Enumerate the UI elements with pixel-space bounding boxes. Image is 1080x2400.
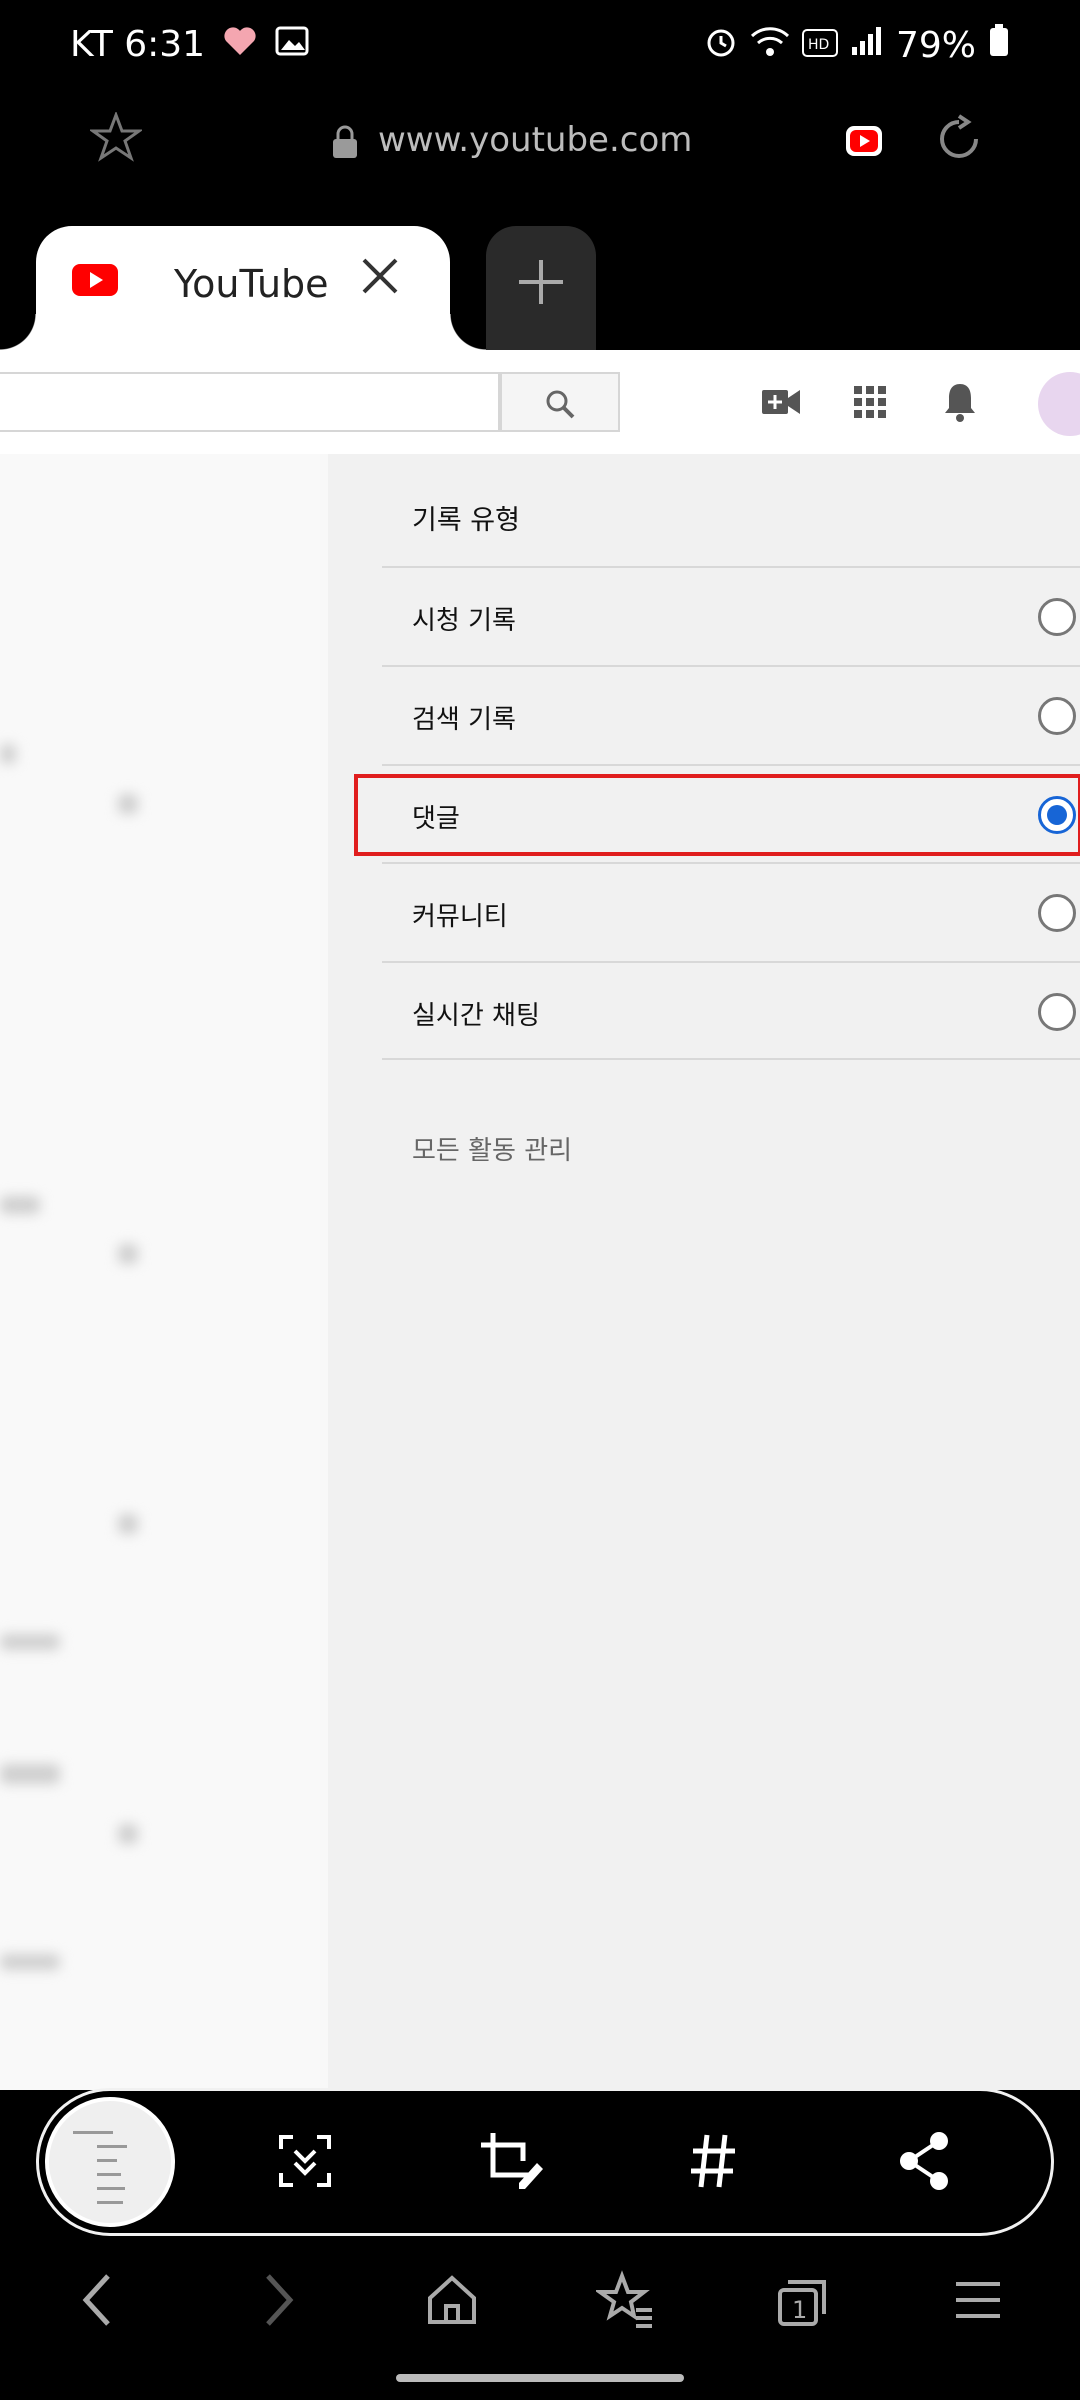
create-video-icon[interactable] — [762, 380, 800, 428]
history-type-panel: 기록 유형 시청 기록 검색 기록 댓글 커뮤니티 실시간 채팅 모든 활동 관… — [328, 454, 1080, 2090]
bookmarks-icon[interactable] — [593, 2270, 656, 2334]
menu-icon[interactable] — [950, 2270, 1006, 2334]
divider — [382, 1058, 1080, 1060]
status-bar: KT 6:31 HD 79% — [0, 0, 1080, 96]
notifications-bell-icon[interactable] — [942, 380, 978, 428]
screenshot-toolbar — [36, 2088, 1054, 2236]
search-icon — [546, 390, 575, 419]
home-icon[interactable] — [422, 2270, 482, 2334]
image-icon — [275, 24, 309, 65]
close-tab-icon[interactable] — [358, 254, 402, 302]
option-label: 실시간 채팅 — [412, 1001, 540, 1031]
radio-button[interactable] — [1038, 894, 1076, 932]
youtube-page: 기록 유형 시청 기록 검색 기록 댓글 커뮤니티 실시간 채팅 모든 활동 관… — [0, 350, 1080, 2090]
url-bar — [0, 96, 1080, 226]
scroll-capture-icon[interactable] — [275, 2131, 335, 2195]
option-label: 검색 기록 — [412, 705, 516, 735]
option-live-chat[interactable]: 실시간 채팅 — [382, 961, 1080, 1059]
tab-youtube[interactable]: YouTube — [0, 226, 486, 350]
search-button[interactable] — [500, 372, 620, 432]
tab-title: YouTube — [174, 262, 329, 306]
youtube-header — [0, 350, 1080, 454]
plus-icon — [519, 260, 563, 304]
lock-icon — [330, 124, 360, 164]
option-search-history[interactable]: 검색 기록 — [382, 665, 1080, 763]
highlight-annotation-box — [354, 774, 1080, 856]
back-icon[interactable] — [74, 2270, 124, 2334]
hd-icon: HD — [801, 25, 838, 66]
status-right: HD 79% — [704, 24, 1010, 67]
home-indicator — [396, 2374, 684, 2382]
blurred-content — [0, 454, 320, 2090]
share-icon[interactable] — [897, 2131, 951, 2195]
option-label: 커뮤니티 — [412, 902, 508, 932]
panel-title: 기록 유형 — [412, 505, 520, 536]
svg-text:HD: HD — [808, 37, 829, 53]
status-left: KT 6:31 — [70, 24, 309, 65]
reload-icon[interactable] — [932, 112, 986, 170]
manage-all-activity-link[interactable]: 모든 활동 관리 — [412, 1130, 572, 1167]
option-community[interactable]: 커뮤니티 — [382, 862, 1080, 960]
heart-icon — [223, 24, 257, 65]
youtube-tab-icon — [72, 262, 118, 302]
radio-button[interactable] — [1038, 697, 1076, 735]
option-watch-history[interactable]: 시청 기록 — [382, 566, 1080, 664]
avatar[interactable] — [1038, 372, 1080, 436]
youtube-app-icon[interactable] — [846, 126, 882, 160]
option-label: 시청 기록 — [412, 606, 516, 636]
forward-icon[interactable] — [252, 2270, 302, 2334]
battery-level: 79% — [895, 25, 976, 66]
bookmark-star-icon[interactable] — [88, 110, 144, 166]
search-input[interactable] — [0, 372, 500, 432]
radio-button[interactable] — [1038, 993, 1076, 1031]
url-text[interactable]: www.youtube.com — [378, 120, 692, 160]
wifi-icon — [750, 24, 790, 67]
screenshot-thumbnail[interactable] — [45, 2097, 175, 2227]
hashtag-icon[interactable] — [689, 2131, 739, 2195]
signal-icon — [850, 25, 884, 66]
radio-button[interactable] — [1038, 598, 1076, 636]
apps-grid-icon[interactable] — [852, 380, 888, 428]
new-tab-button[interactable] — [486, 226, 596, 350]
crop-edit-icon[interactable] — [479, 2131, 545, 2195]
carrier-time: KT 6:31 — [70, 24, 206, 65]
battery-icon — [988, 24, 1010, 67]
tabs-count: 1 — [792, 2296, 808, 2324]
alarm-icon — [704, 24, 738, 67]
